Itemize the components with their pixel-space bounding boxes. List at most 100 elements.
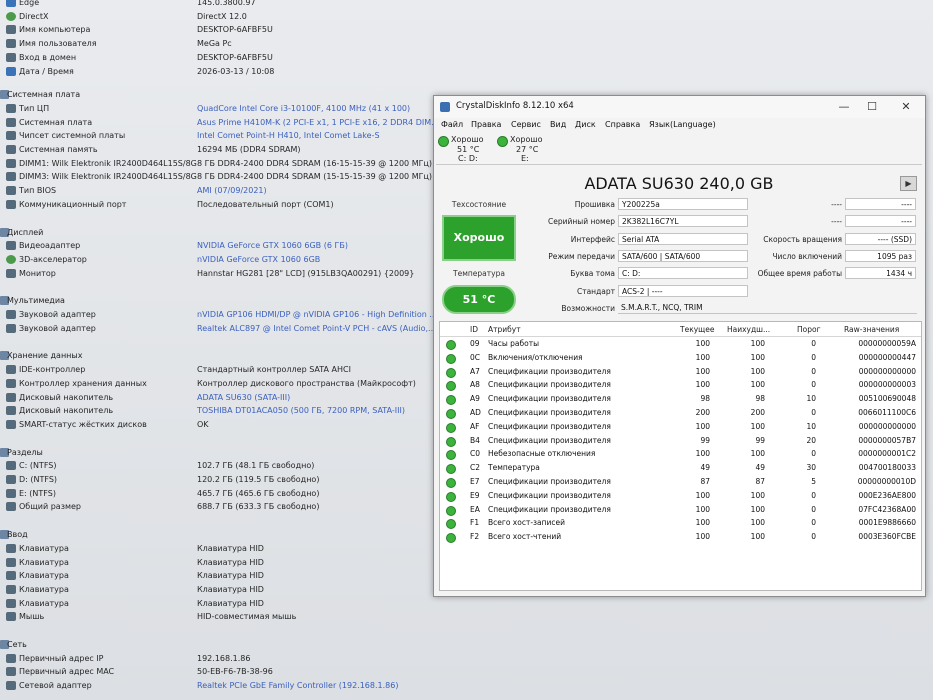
report-row[interactable]: Edge 145.0.3800.97	[0, 0, 933, 9]
report-row-label: Edge	[19, 0, 40, 7]
menu-service[interactable]: Сервис	[511, 120, 541, 129]
features-label: Возможности	[561, 304, 615, 313]
menu-help[interactable]: Справка	[605, 120, 640, 129]
menu-disk[interactable]: Диск	[575, 120, 596, 129]
device-icon	[6, 145, 16, 154]
report-row-value: HID-совместимая мышь	[197, 612, 297, 622]
report-row[interactable]: Сетевой адаптер Realtek PCIe GbE Family C…	[0, 679, 933, 692]
minimize-button[interactable]: —	[834, 99, 854, 115]
report-row-label: Дисковый накопитель	[19, 392, 114, 402]
report-row-value: DESKTOP-6AFBF5U	[197, 25, 273, 35]
status-good-icon	[446, 409, 456, 419]
menu-view[interactable]: Вид	[550, 120, 566, 129]
attr-id: 0C	[470, 352, 481, 362]
attr-id: E7	[470, 477, 480, 486]
device-icon	[6, 323, 16, 333]
device-icon	[6, 131, 16, 141]
report-row-label: Общий размер	[19, 502, 81, 512]
report-row-link[interactable]: TOSHIBA DT01ACA050 (500 ГБ, 7200 RPM, SA…	[197, 404, 405, 417]
table-row[interactable]: F2 Всего хост-чтений 100 100 0 0003E360FCBE	[440, 530, 921, 544]
report-row-value: Последовательный порт (COM1)	[197, 199, 334, 209]
report-row[interactable]: DirectX DirectX 12.0	[0, 10, 933, 23]
report-row[interactable]: Имя пользователя MeGa Pc	[0, 37, 933, 50]
report-row-link[interactable]: nVIDIA GeForce GTX 1060 6GB	[197, 253, 320, 266]
attr-raw: 0000000057B7	[858, 435, 916, 445]
health-status-button[interactable]: Хорошо	[442, 215, 516, 261]
smart-attribute-table[interactable]: ID Атрибут Текущее Наихудш... Порог Raw-…	[439, 321, 922, 591]
attr-threshold: 0	[811, 380, 816, 390]
report-row[interactable]: Дата / Время 2026-03-13 / 10:08	[0, 65, 933, 78]
col-threshold[interactable]: Порог	[797, 325, 821, 334]
report-row-label: Имя компьютера	[19, 25, 91, 35]
report-row[interactable]: Первичный адрес IP 192.168.1.86	[0, 652, 933, 665]
status-good-icon	[446, 505, 456, 516]
report-row-link[interactable]: NVIDIA GeForce GTX 1060 6GB (6 ГБ)	[197, 239, 348, 252]
col-attribute[interactable]: Атрибут	[488, 325, 521, 334]
report-row[interactable]: Имя компьютера DESKTOP-6AFBF5U	[0, 23, 933, 36]
report-row-link[interactable]: QuadCore Intel Core i3-10100F, 4100 MHz …	[197, 102, 410, 115]
report-row-link[interactable]: Asus Prime H410M-K (2 PCI-E x1, 1 PCI-E …	[197, 116, 439, 129]
report-row-link[interactable]: nVIDIA GP106 HDMI/DP @ nVIDIA GP106 - Hi…	[197, 308, 437, 321]
title-bar[interactable]: CrystalDiskInfo 8.12.10 x64 — ☐ ✕	[434, 96, 925, 118]
col-raw[interactable]: Raw-значения	[844, 325, 899, 334]
menu-bar: Файл Правка Сервис Вид Диск Справка Язык…	[434, 118, 925, 132]
table-row[interactable]: 0C Включения/отключения 100 100 0 00000000044…	[440, 351, 921, 365]
table-row[interactable]: E7 Спецификации производителя 87 87 5 0000000…	[440, 475, 921, 489]
close-button[interactable]: ✕	[896, 99, 916, 115]
temperature-status-button[interactable]: 51 °C	[442, 285, 516, 314]
attr-id: 09	[470, 339, 480, 348]
report-row-link[interactable]: Realtek PCIe GbE Family Controller (192.…	[197, 679, 398, 692]
menu-edit[interactable]: Правка	[471, 120, 501, 129]
col-current[interactable]: Текущее	[680, 325, 714, 334]
attr-raw: 000E236AE800	[858, 490, 916, 500]
table-row[interactable]: B4 Спецификации производителя 99 99 20 000000…	[440, 434, 921, 448]
table-row[interactable]: EA Спецификации производителя 100 100 0 07FC4…	[440, 503, 921, 517]
table-row[interactable]: A8 Спецификации производителя 100 100 0 00000…	[440, 378, 921, 392]
table-row[interactable]: F1 Всего хост-записей 100 100 0 0001E9886660	[440, 516, 921, 530]
attr-raw: 000000000003	[858, 380, 916, 390]
col-worst[interactable]: Наихудш...	[727, 325, 770, 334]
report-row-value: Клавиатура HID	[197, 584, 264, 594]
attr-threshold: 0	[811, 339, 816, 348]
attr-raw: 000000000000	[858, 421, 916, 431]
drive-selector: Хорошо 51 °C C: D: Хорошо 27 °C E:	[434, 132, 925, 164]
table-row[interactable]: E9 Спецификации производителя 100 100 0 000E2…	[440, 489, 921, 503]
attr-threshold: 0	[811, 518, 816, 528]
status-good-icon	[446, 340, 456, 350]
rotation-value: ---- (SSD)	[845, 233, 916, 245]
drive-tab-1[interactable]: Хорошо 51 °C C: D:	[436, 134, 496, 163]
report-row[interactable]: Клавиатура Клавиатура HID	[0, 597, 933, 610]
table-row[interactable]: A7 Спецификации производителя 100 100 0 00000…	[440, 365, 921, 379]
table-row[interactable]: A9 Спецификации производителя 98 98 10 005100…	[440, 392, 921, 406]
menu-file[interactable]: Файл	[441, 120, 463, 129]
report-row[interactable]: Первичный адрес MAC 50-EB-F6-7B-38-96	[0, 665, 933, 678]
report-row-link[interactable]: Realtek ALC897 @ Intel Comet Point-V PCH…	[197, 322, 436, 335]
report-row-label: Клавиатура	[19, 543, 69, 553]
menu-language[interactable]: Язык(Language)	[649, 120, 716, 129]
report-row-value: 8 ГБ DDR4-2400 DDR4 SDRAM (15-15-15-39 @…	[197, 172, 433, 182]
attr-threshold: 0	[811, 490, 816, 500]
table-row[interactable]: AD Спецификации производителя 200 200 0 00660…	[440, 406, 921, 420]
report-row[interactable]: Мышь HID-совместимая мышь	[0, 610, 933, 623]
report-row-link[interactable]: AMI (07/09/2021)	[197, 184, 267, 197]
maximize-button[interactable]: ☐	[862, 99, 882, 115]
table-row[interactable]: C0 Небезопасные отключения 100 100 0 00000000…	[440, 447, 921, 461]
report-row[interactable]: Вход в домен DESKTOP-6AFBF5U	[0, 51, 933, 64]
attr-name: Всего хост-чтений	[488, 532, 562, 542]
attr-name: Спецификации производителя	[488, 408, 611, 417]
table-row[interactable]: C2 Температура 49 49 30 004700180033	[440, 461, 921, 475]
table-row[interactable]: 09 Часы работы 100 100 0 00000000059A	[440, 337, 921, 351]
device-icon	[6, 66, 16, 76]
temperature-label: Температура	[453, 269, 505, 278]
report-row-link[interactable]: ADATA SU630 (SATA-III)	[197, 391, 290, 404]
report-row-value: 192.168.1.86	[197, 653, 251, 663]
col-id[interactable]: ID	[470, 325, 478, 334]
serial-value: 2K382L16C7YL	[618, 215, 748, 227]
table-row[interactable]: AF Спецификации производителя 100 100 10 0000…	[440, 420, 921, 434]
drive-tab-2[interactable]: Хорошо 27 °C E:	[495, 134, 555, 163]
device-icon	[6, 502, 16, 512]
attr-id: A8	[470, 380, 480, 390]
report-row-link[interactable]: Intel Comet Point-H H410, Intel Comet La…	[197, 129, 380, 142]
status-good-icon	[446, 367, 456, 378]
next-disk-button[interactable]: ▶	[900, 176, 917, 191]
